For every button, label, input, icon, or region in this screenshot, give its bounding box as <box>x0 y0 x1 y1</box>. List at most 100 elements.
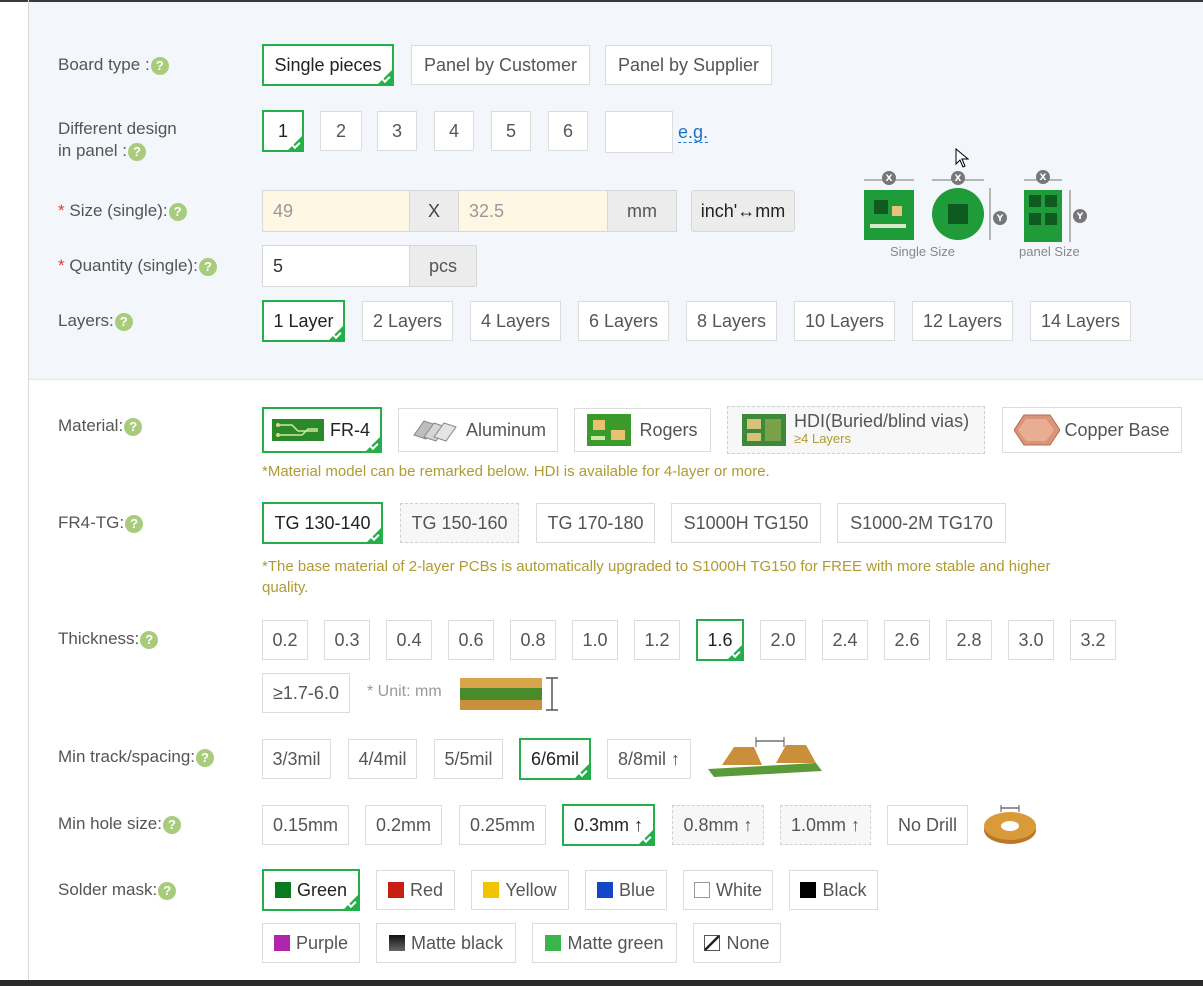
material-fr4[interactable]: FR-4 <box>262 407 382 453</box>
thickness-diagram-icon <box>460 677 558 711</box>
help-icon[interactable]: ? <box>150 56 169 75</box>
board-type-panel-by-supplier[interactable]: Panel by Supplier <box>605 45 772 85</box>
solder-mask-matte-black[interactable]: Matte black <box>376 923 516 963</box>
track-3-3mil[interactable]: 3/3mil <box>262 739 331 779</box>
solder-mask-purple[interactable]: Purple <box>262 923 360 963</box>
tg-s1000-2m-tg170[interactable]: S1000-2M TG170 <box>837 503 1006 543</box>
layers-option-6[interactable]: 6 Layers <box>578 301 669 341</box>
thickness-2-6[interactable]: 2.6 <box>884 620 930 660</box>
design-option-4[interactable]: 4 <box>434 111 474 151</box>
design-option-5[interactable]: 5 <box>491 111 531 151</box>
track-6-6mil[interactable]: 6/6mil <box>519 738 591 780</box>
thickness-2-0[interactable]: 2.0 <box>760 620 806 660</box>
material-copper-base[interactable]: Copper Base <box>1002 407 1182 453</box>
tg-130-140[interactable]: TG 130-140 <box>262 502 383 544</box>
none-swatch <box>704 935 721 951</box>
help-icon[interactable]: ? <box>162 815 181 834</box>
thickness-3-0[interactable]: 3.0 <box>1008 620 1054 660</box>
help-icon[interactable]: ? <box>140 630 159 649</box>
board-type-panel-by-customer[interactable]: Panel by Customer <box>411 45 590 85</box>
bottom-bar <box>0 980 1203 986</box>
solder-mask-matte-green[interactable]: Matte green <box>532 923 677 963</box>
x-mark: X <box>1040 173 1047 183</box>
solder-mask-blue[interactable]: Blue <box>585 870 667 910</box>
design-option-3[interactable]: 3 <box>377 111 417 151</box>
hole-0-8mm[interactable]: 0.8mm ↑ <box>672 805 764 845</box>
single-size-caption: Single Size <box>890 244 956 259</box>
thickness-1-0[interactable]: 1.0 <box>572 620 618 660</box>
track-4-4mil[interactable]: 4/4mil <box>348 739 417 779</box>
fr4-tg-note: *The base material of 2-layer PCBs is au… <box>262 558 1051 596</box>
solder-mask-white[interactable]: White <box>683 870 773 910</box>
help-icon[interactable]: ? <box>158 881 177 900</box>
solder-mask-yellow[interactable]: Yellow <box>471 870 569 910</box>
material-label: Material:? <box>58 415 143 437</box>
purple-swatch <box>273 935 290 951</box>
hole-0-15mm[interactable]: 0.15mm <box>262 805 349 845</box>
layers-option-14[interactable]: 14 Layers <box>1030 301 1131 341</box>
help-icon[interactable]: ? <box>128 142 146 161</box>
thickness-2-4[interactable]: 2.4 <box>822 620 868 660</box>
quantity-unit: pcs <box>409 245 477 287</box>
thickness-0-2[interactable]: 0.2 <box>262 620 308 660</box>
thickness-0-3[interactable]: 0.3 <box>324 620 370 660</box>
hole-0-25mm[interactable]: 0.25mm <box>459 805 546 845</box>
layers-option-8[interactable]: 8 Layers <box>686 301 777 341</box>
tg-170-180[interactable]: TG 170-180 <box>536 503 655 543</box>
material-aluminum[interactable]: Aluminum <box>398 408 558 452</box>
help-icon[interactable]: ? <box>198 257 217 276</box>
red-swatch <box>387 882 404 898</box>
material-hdi[interactable]: HDI(Buried/blind vias) ≥4 Layers <box>727 406 985 454</box>
solder-mask-red[interactable]: Red <box>376 870 455 910</box>
help-icon[interactable]: ? <box>124 417 143 436</box>
hole-1-0mm[interactable]: 1.0mm ↑ <box>780 805 871 845</box>
thickness-1-6[interactable]: 1.6 <box>696 619 744 661</box>
help-icon[interactable]: ? <box>196 748 214 767</box>
material-rogers[interactable]: Rogers <box>574 408 711 452</box>
hole-no-drill[interactable]: No Drill <box>887 805 968 845</box>
design-option-1[interactable]: 1 <box>262 110 304 152</box>
thickness-2-8[interactable]: 2.8 <box>946 620 992 660</box>
layers-option-12[interactable]: 12 Layers <box>912 301 1013 341</box>
different-design-label: Different design in panel :? <box>58 119 177 161</box>
thickness-0-4[interactable]: 0.4 <box>386 620 432 660</box>
help-icon[interactable]: ? <box>114 312 133 331</box>
track-8-8mil[interactable]: 8/8mil ↑ <box>607 739 691 779</box>
thickness-0-6[interactable]: 0.6 <box>448 620 494 660</box>
board-type-single-pieces[interactable]: Single pieces <box>262 44 394 86</box>
help-icon[interactable]: ? <box>125 514 144 533</box>
layers-option-4[interactable]: 4 Layers <box>470 301 561 341</box>
thickness-unit-note: * Unit: mm <box>367 683 442 700</box>
design-custom-input[interactable] <box>605 111 673 153</box>
thickness-custom[interactable]: ≥1.7-6.0 <box>262 673 350 713</box>
thickness-3-2[interactable]: 3.2 <box>1070 620 1116 660</box>
inch-mm-convert-button[interactable]: inch'↔mm <box>691 190 795 232</box>
size-height-input[interactable]: 32.5 <box>458 190 608 232</box>
layers-option-10[interactable]: 10 Layers <box>794 301 895 341</box>
size-width-input[interactable]: 49 <box>262 190 410 232</box>
mouse-cursor-icon <box>955 148 969 168</box>
layers-option-1[interactable]: 1 Layer <box>262 300 345 342</box>
track-spacing-diagram-icon <box>708 737 822 777</box>
white-swatch <box>693 882 710 898</box>
design-option-2[interactable]: 2 <box>320 111 362 151</box>
thickness-1-2[interactable]: 1.2 <box>634 620 680 660</box>
quantity-input[interactable]: 5 <box>262 245 410 287</box>
tg-s1000h-tg150[interactable]: S1000H TG150 <box>671 503 821 543</box>
thickness-label: Thickness:? <box>58 628 159 650</box>
track-5-5mil[interactable]: 5/5mil <box>434 739 503 779</box>
yellow-swatch <box>483 882 500 898</box>
fr4-board-icon <box>272 419 324 441</box>
help-icon[interactable]: ? <box>168 202 187 221</box>
thickness-0-8[interactable]: 0.8 <box>510 620 556 660</box>
quantity-label: * Quantity (single):? <box>58 255 217 277</box>
hole-0-3mm[interactable]: 0.3mm ↑ <box>562 804 655 846</box>
solder-mask-black[interactable]: Black <box>789 870 878 910</box>
solder-mask-none[interactable]: None <box>693 923 781 963</box>
hole-0-2mm[interactable]: 0.2mm <box>365 805 442 845</box>
design-example-link[interactable]: e.g. <box>678 122 709 143</box>
layers-option-2[interactable]: 2 Layers <box>362 301 453 341</box>
solder-mask-green[interactable]: Green <box>262 869 360 911</box>
design-option-6[interactable]: 6 <box>548 111 588 151</box>
tg-150-160[interactable]: TG 150-160 <box>400 503 519 543</box>
